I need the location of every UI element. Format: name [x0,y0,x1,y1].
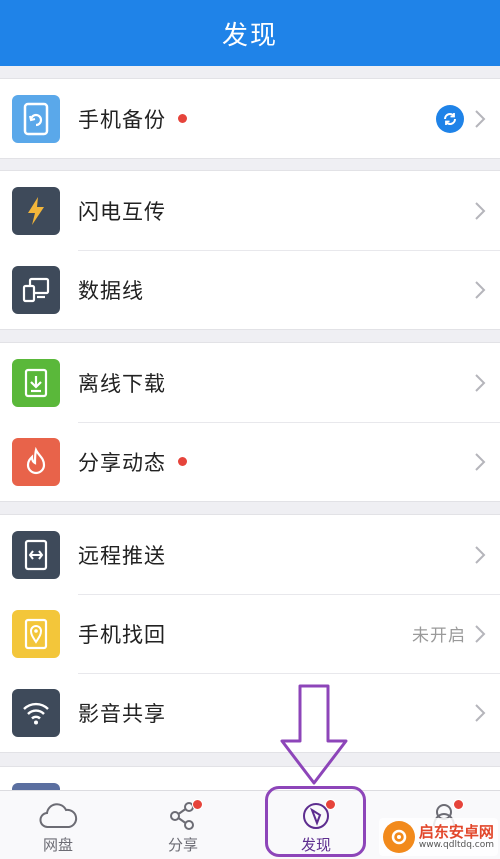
chevron-right-icon [475,201,486,220]
status-text: 未开启 [412,626,466,646]
tab-label: 网盘 [42,836,73,854]
group-transfer: 闪电互传 数据线 [0,170,500,330]
tab-label: 分享 [167,836,198,854]
sync-icon [436,104,464,133]
download-icon [12,358,60,407]
group-tools: 远程推送 手机找回 未开启 影音共享 [0,514,500,753]
menu-item-lightning-transfer[interactable]: 闪电互传 [0,171,500,250]
menu-item-share-feed[interactable]: 分享动态 [0,422,500,501]
menu-item-label: 手机找回 [78,622,166,647]
menu-item-label: 影音共享 [78,701,166,726]
data-cable-icon [12,265,60,314]
chevron-right-icon [475,373,486,392]
watermark-url: www.qdltdq.com [418,839,494,850]
phone-backup-icon [12,94,60,143]
wifi-icon [12,688,60,737]
menu-item-find-phone[interactable]: 手机找回 未开启 [0,594,500,673]
notification-dot [192,799,203,810]
menu-item-offline-download[interactable]: 离线下载 [0,343,500,422]
watermark-title: 启东安卓网 [418,822,494,841]
flame-icon [12,437,60,486]
menu-item-label: 手机备份 [78,107,166,132]
discover-tab-highlight [265,786,366,857]
menu-item-media-share[interactable]: 影音共享 [0,673,500,752]
group-download: 离线下载 分享动态 [0,342,500,502]
page-title: 发现 [221,20,278,51]
chevron-right-icon [475,545,486,564]
share-icon [163,799,203,833]
menu-item-label: 闪电互传 [78,199,166,224]
chevron-right-icon [475,703,486,722]
menu-item-label: 分享动态 [78,450,166,475]
location-pin-icon [12,609,60,658]
down-arrow-annotation [280,684,348,785]
menu-item-phone-backup[interactable]: 手机备份 [0,79,500,158]
remote-push-icon [12,530,60,579]
watermark-logo-icon [382,821,415,853]
menu-item-label: 离线下载 [78,371,166,396]
chevron-right-icon [475,452,486,471]
chevron-right-icon [475,109,486,128]
menu-item-remote-push[interactable]: 远程推送 [0,515,500,594]
menu-item-data-cable[interactable]: 数据线 [0,250,500,329]
tab-netdisk[interactable]: 网盘 [8,791,108,859]
chevron-right-icon [475,624,486,643]
cloud-icon [38,799,78,833]
lightning-icon [12,186,60,235]
site-watermark: 启东安卓网 www.qdltdq.com [378,818,498,856]
menu-item-label: 数据线 [78,278,144,303]
tab-share[interactable]: 分享 [133,791,233,859]
menu-item-label: 远程推送 [78,543,166,568]
chevron-right-icon [475,280,486,299]
notification-dot [453,799,464,810]
group-backup: 手机备份 [0,78,500,159]
new-indicator-dot [178,114,187,123]
new-indicator-dot [178,457,187,466]
header-bar: 发现 [0,0,500,66]
